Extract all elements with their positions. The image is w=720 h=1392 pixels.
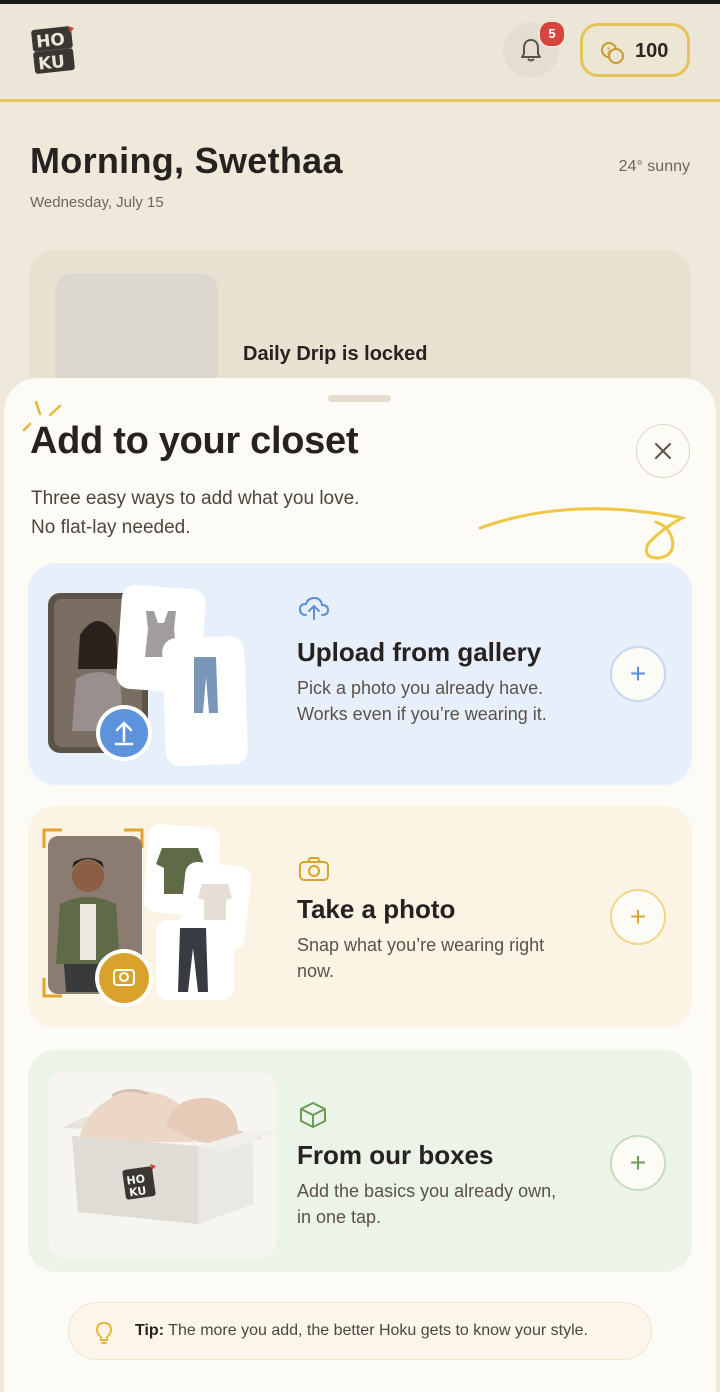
subtitle-line-2: No flat-lay needed. xyxy=(31,517,191,538)
sheet-drag-handle[interactable] xyxy=(328,395,391,402)
close-icon xyxy=(655,443,671,459)
plus-icon: + xyxy=(629,901,647,932)
svg-text:HO: HO xyxy=(35,30,66,53)
tip-banner: Tip: The more you add, the better Hoku g… xyxy=(68,1302,652,1360)
camera-illustration xyxy=(42,824,252,1007)
greeting-heading: Morning, Swethaa xyxy=(30,140,343,181)
cloud-upload-icon xyxy=(298,596,330,620)
sheet-title: Add to your closet xyxy=(30,420,359,462)
svg-text:KU: KU xyxy=(37,52,66,75)
date-label: Wednesday, July 15 xyxy=(30,194,164,211)
svg-text:1: 1 xyxy=(606,47,612,57)
tip-text: Tip: The more you add, the better Hoku g… xyxy=(135,1322,588,1340)
tip-label: Tip: xyxy=(135,1322,165,1339)
tip-message: The more you add, the better Hoku gets t… xyxy=(168,1322,588,1339)
option-description: Snap what you’re wearing right now. xyxy=(297,935,545,981)
sheet-subtitle: Three easy ways to add what you love. No… xyxy=(31,484,359,542)
subtitle-line-1: Three easy ways to add what you love. xyxy=(31,488,360,509)
gallery-illustration xyxy=(48,585,248,766)
coins-balance-button[interactable]: 1 100 xyxy=(580,23,690,77)
camera-icon xyxy=(299,857,329,881)
upload-from-gallery-card[interactable]: Upload from gallery Pick a photo you alr… xyxy=(28,563,692,785)
hoku-logo: HO KU xyxy=(30,24,78,76)
from-our-boxes-card[interactable]: HO KU From our boxes Add the basics you … xyxy=(28,1050,692,1272)
add-from-boxes-button[interactable]: + xyxy=(610,1135,666,1191)
weather-label: 24° sunny xyxy=(618,158,690,175)
coins-icon: 1 xyxy=(601,42,624,64)
lightbulb-icon xyxy=(95,1321,113,1344)
svg-text:KU: KU xyxy=(128,1184,147,1199)
daily-drip-status: Daily Drip is locked xyxy=(243,343,428,365)
coins-count: 100 xyxy=(635,40,669,62)
boxes-illustration: HO KU xyxy=(48,1072,276,1258)
option-title: Take a photo xyxy=(297,894,456,924)
box-icon xyxy=(300,1102,326,1128)
option-title: From our boxes xyxy=(297,1140,494,1170)
add-take-photo-button[interactable]: + xyxy=(610,889,666,945)
plus-icon: + xyxy=(629,658,647,689)
decorative-squiggle xyxy=(478,507,687,560)
option-title: Upload from gallery xyxy=(297,637,542,667)
option-description: Add the basics you already own, in one t… xyxy=(297,1181,557,1227)
notification-badge: 5 xyxy=(538,20,566,48)
add-from-gallery-button[interactable]: + xyxy=(610,646,666,702)
option-description: Pick a photo you already have. Works eve… xyxy=(297,678,547,724)
close-button[interactable] xyxy=(636,424,690,478)
plus-icon: + xyxy=(629,1147,647,1178)
take-a-photo-card[interactable]: Take a photo Snap what you’re wearing ri… xyxy=(28,806,692,1028)
